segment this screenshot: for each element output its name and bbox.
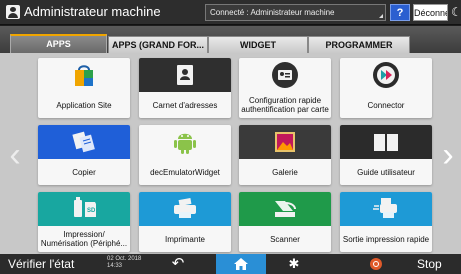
back-icon[interactable]: ↶ — [165, 255, 191, 273]
next-page-icon[interactable]: › — [437, 135, 459, 175]
prev-page-icon[interactable]: ‹ — [4, 135, 26, 175]
date-time: 02 Oct. 2018 14:33 — [107, 256, 141, 270]
page-title: Administrateur machine — [24, 4, 161, 19]
shopping-bag-icon — [38, 58, 130, 92]
night-mode-icon[interactable]: ☾ — [451, 4, 461, 21]
settings-icon[interactable]: ✱ — [282, 255, 306, 273]
logout-button[interactable]: Déconnexion — [413, 4, 448, 21]
connector-icon — [340, 58, 432, 92]
app-tile-copier[interactable]: Copier — [38, 125, 130, 185]
app-label: Copier — [72, 167, 96, 177]
app-label: decEmulatorWidget — [150, 167, 220, 177]
app-tile-card-auth-setup[interactable]: Configuration rapide authentification pa… — [239, 58, 331, 118]
app-label: Sortie impression rapide — [342, 234, 430, 244]
gallery-icon — [239, 125, 331, 159]
quick-print-icon — [340, 192, 432, 226]
app-tile-application-site[interactable]: Application Site — [38, 58, 130, 118]
help-button[interactable]: ? — [390, 4, 410, 21]
android-icon — [139, 125, 231, 159]
app-label: Carnet d'adresses — [152, 100, 218, 110]
app-label: Guide utilisateur — [357, 167, 415, 177]
tab-apps-large[interactable]: APPS (GRAND FOR... — [108, 36, 208, 53]
user-icon — [6, 5, 20, 19]
id-card-icon — [239, 58, 331, 92]
connection-status[interactable]: Connecté : Administrateur machine — [205, 4, 386, 21]
app-tile-dec-emulator-widget[interactable]: decEmulatorWidget — [139, 125, 231, 185]
home-button[interactable] — [216, 254, 266, 274]
app-label: Imprimante — [164, 234, 205, 244]
app-tile-connector[interactable]: Connector — [340, 58, 432, 118]
app-tile-gallery[interactable]: Galerie — [239, 125, 331, 185]
stop-button[interactable]: Stop — [417, 257, 442, 271]
app-grid: ‹ › Application Site Carnet d'adresses C… — [0, 53, 461, 254]
app-label: Configuration rapide authentification pa… — [241, 96, 329, 114]
app-tile-print-scan-device[interactable]: SD Impression/ Numérisation (Périphé... — [38, 192, 130, 252]
app-label: Impression/ Numérisation (Périphé... — [40, 230, 128, 248]
app-label: Galerie — [272, 167, 298, 177]
address-book-icon — [139, 58, 231, 92]
app-tile-printer[interactable]: Imprimante — [139, 192, 231, 252]
copier-icon — [38, 125, 130, 159]
bottom-bar: Vérifier l'état 02 Oct. 2018 14:33 ↶ ✱ S… — [0, 254, 461, 274]
usb-sd-icon: SD — [38, 192, 130, 226]
app-label: Connector — [367, 100, 405, 110]
app-label: Application Site — [56, 100, 112, 110]
date-label: 02 Oct. 2018 — [107, 256, 142, 262]
printer-icon — [139, 192, 231, 226]
tab-widget[interactable]: WIDGET — [208, 36, 308, 53]
connection-label: Connecté : Administrateur machine — [210, 8, 335, 17]
dropdown-corner-icon — [379, 14, 383, 18]
book-icon — [340, 125, 432, 159]
top-bar: Administrateur machine Connecté : Admini… — [0, 0, 461, 25]
scanner-icon — [239, 192, 331, 226]
app-tile-user-guide[interactable]: Guide utilisateur — [340, 125, 432, 185]
svg-text:SD: SD — [87, 208, 96, 214]
app-tile-scanner[interactable]: Scanner — [239, 192, 331, 252]
check-status-button[interactable]: Vérifier l'état — [8, 257, 74, 271]
stop-icon[interactable] — [370, 258, 382, 270]
app-label: Scanner — [270, 234, 300, 244]
app-tile-address-book[interactable]: Carnet d'adresses — [139, 58, 231, 118]
tab-bar: APPS APPS (GRAND FOR... WIDGET PROGRAMME… — [0, 26, 461, 53]
tab-programmer[interactable]: PROGRAMMER — [308, 36, 410, 53]
app-tile-quick-print-release[interactable]: Sortie impression rapide — [340, 192, 432, 252]
tab-apps[interactable]: APPS — [10, 34, 107, 53]
time-label: 14:33 — [107, 263, 123, 269]
home-icon — [234, 258, 248, 270]
